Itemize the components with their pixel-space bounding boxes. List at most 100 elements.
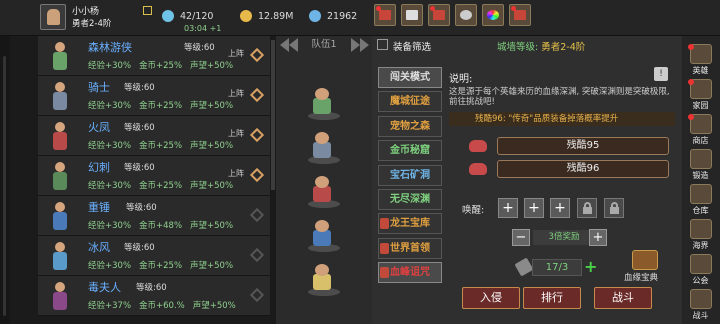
edit-icon[interactable] [143,6,152,15]
player-avatar[interactable] [40,4,66,30]
multiplier-plus-button[interactable]: + [589,229,607,246]
hero-name: 毒夫人 [88,281,121,294]
chest-icon[interactable] [632,250,658,270]
difficulty-option-selected[interactable]: 残酷96 [497,160,669,178]
help-icon[interactable]: ! [654,67,668,81]
team-slot[interactable] [306,262,342,298]
difficulty-option[interactable]: 残酷95 [497,137,669,155]
gold-resource: 12.89M [240,8,293,24]
hero-bonuses: 经验+30% 金币+25% 声望+50% [88,139,241,151]
sidebar-label: 英雄 [692,66,709,75]
attempt-counter: 17/3 [532,259,582,276]
hero-row[interactable]: 骑士 等级:60 上阵 经验+30% 金币+25% 声望+50% [38,76,270,116]
mode-label: 魔城征途 [390,96,430,108]
event-button[interactable] [509,4,531,26]
select-diamond-icon[interactable] [249,47,265,63]
sidebar-home-button[interactable]: 家园 [687,79,714,113]
gift-icon [433,10,445,20]
gift-button[interactable] [428,4,450,26]
notification-dot [688,44,694,50]
hero-level: 等级:60 [124,83,155,93]
sidebar-label: 仓库 [692,206,709,215]
hero-name: 冰风 [88,241,110,254]
hero-row[interactable]: 毒夫人 等级:60 经验+37% 金币+60.% 声望+50% [38,276,270,316]
fame-bonus: 声望+50% [190,141,234,151]
add-attempts-button[interactable]: + [584,259,600,275]
select-diamond-icon[interactable] [249,127,265,143]
fame-bonus: 声望+50% [190,181,234,191]
settings-button[interactable] [455,4,477,26]
select-diamond-icon[interactable] [249,287,265,303]
hero-row[interactable]: 森林游侠 等级:60 上阵 经验+30% 金币+25% 声望+50% [38,36,270,76]
sidebar-guild-button[interactable]: 公会 [687,254,714,288]
equipment-filter-label[interactable]: 装备筛选 [393,39,431,53]
wall-level-label: 城墙等级: [497,42,539,53]
shop-button[interactable] [374,4,396,26]
invade-button[interactable]: 入侵 [462,287,520,309]
sidebar-hero-button[interactable]: 英雄 [687,44,714,78]
hero-bonuses: 经验+30% 金币+25% 声望+50% [88,259,241,271]
mode-button[interactable]: 金币秘窟 [378,140,442,162]
scroll-thumb[interactable] [3,56,6,316]
team-slot[interactable] [306,174,342,210]
sidebar-anvil-button[interactable]: 锻造 [687,149,714,183]
wall-level: 城墙等级: 勇者2-4阶 [497,39,585,53]
mode-button[interactable]: 无尽深渊 [378,189,442,210]
wake-add-button[interactable]: + [498,198,518,218]
left-scroll-track[interactable] [0,36,10,324]
hero-row[interactable]: 冰风 等级:60 经验+30% 金币+25% 声望+50% [38,236,270,276]
gold-bonus: 金币+60.% [139,301,185,311]
sidebar-battle-button[interactable]: 战斗 [687,289,714,323]
wake-add-button[interactable]: + [550,198,570,218]
mode-button[interactable]: 世界首领 [378,237,442,259]
mode-button[interactable]: 闯关模式 [378,67,442,88]
mode-button[interactable]: 宠物之森 [378,115,442,137]
sidebar-warehouse-button[interactable]: 仓库 [687,184,714,218]
mode-button[interactable]: 魔城征途 [378,91,442,113]
energy-resource: 42/120 [162,8,213,24]
hero-row[interactable]: 火凤 等级:60 上阵 经验+30% 金币+25% 声望+50% [38,116,270,156]
notification-dot [688,79,694,85]
hero-row[interactable]: 重锤 等级:60 经验+30% 金币+48% 声望+50% [38,196,270,236]
multiplier-minus-button[interactable]: − [512,229,530,246]
team-slot[interactable] [306,130,342,166]
sidebar-label: 战斗 [692,311,709,320]
team-slot[interactable] [306,86,342,122]
next-team-arrow-icon[interactable] [360,38,369,52]
lock-icon [380,218,389,230]
scroll-thumb[interactable] [271,40,275,190]
mode-label: 无尽深渊 [390,194,430,205]
select-diamond-icon[interactable] [249,207,265,223]
description-text: 这是源于每个英雄来历的血缘深渊, 突破深渊则是突破极限, 前往挑战吧! [449,87,670,107]
lock-icon [380,267,389,279]
gem-icon [309,10,321,22]
mode-button[interactable]: 宝石矿洞 [378,164,442,186]
filter-icon[interactable] [377,39,388,50]
mode-button[interactable]: 龙王宝库 [378,213,442,235]
color-wheel-button[interactable] [482,4,504,26]
wake-add-button[interactable]: + [524,198,544,218]
sidebar-sea-button[interactable]: 海界 [687,219,714,253]
battle-button[interactable]: 战斗 [594,287,652,309]
select-diamond-icon[interactable] [249,87,265,103]
bloodline-codex-label[interactable]: 血缘宝典 [624,271,658,283]
gem-value: 21962 [327,10,358,22]
next-team-arrow-icon[interactable] [351,38,360,52]
hero-bonuses: 经验+30% 金币+48% 声望+50% [88,219,241,231]
select-diamond-icon[interactable] [249,167,265,183]
hero-row[interactable]: 幻刺 等级:60 上阵 经验+30% 金币+25% 声望+50% [38,156,270,196]
hero-list[interactable]: 森林游侠 等级:60 上阵 经验+30% 金币+25% 声望+50% 骑士 等级:6… [38,36,270,324]
ranking-button[interactable]: 排行 [523,287,581,309]
sea-icon [689,219,712,239]
sidebar-label: 家园 [692,101,709,110]
guild-icon [689,254,712,274]
team-slot[interactable] [306,218,342,254]
hero-name: 森林游侠 [88,41,132,54]
mail-button[interactable] [401,4,423,26]
timer-text: 03:04 +1 [184,24,222,33]
select-diamond-icon[interactable] [249,247,265,263]
gold-value: 12.89M [258,10,294,22]
notification-dot [511,6,516,11]
mode-button[interactable]: 血峰诅咒 [378,262,442,284]
sidebar-shop-button[interactable]: 商店 [687,114,714,148]
